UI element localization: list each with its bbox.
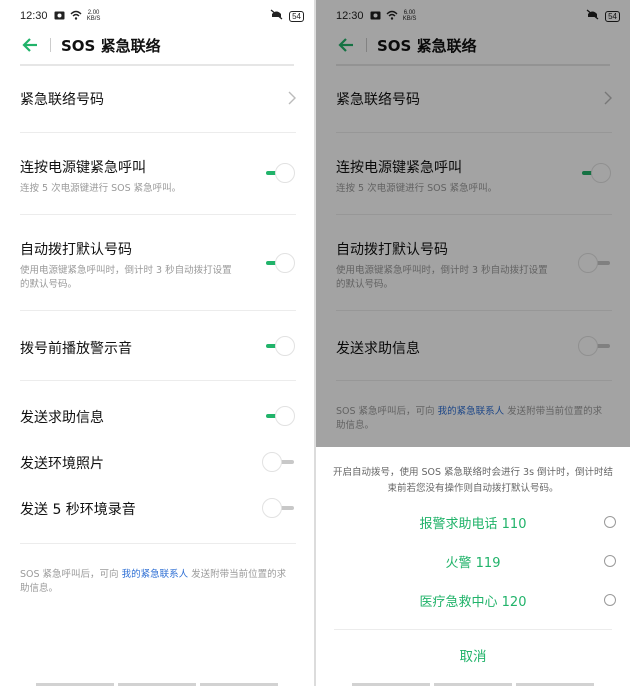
mute-icon: [270, 9, 283, 23]
header-shadow: [20, 64, 294, 66]
divider: [20, 310, 296, 311]
radio-icon: [604, 516, 616, 528]
footer-note: SOS 紧急呼叫后，可向 我的紧急联系人 发送附带当前位置的求助信息。: [20, 569, 287, 594]
header: SOS 紧急联络: [316, 30, 630, 60]
row-label: 发送环境照片: [20, 456, 104, 472]
send-photo-row: 发送环境照片: [20, 453, 296, 473]
row-label: 发送求助信息: [336, 341, 420, 357]
option-label: 医疗急救中心 120: [419, 594, 527, 610]
divider: [336, 132, 612, 133]
divider: [20, 543, 296, 544]
radio-icon: [604, 594, 616, 606]
status-bar: 12:30 6.00 KB/S 54: [316, 0, 630, 32]
screenshot-icon: [370, 10, 381, 23]
warning-tone-toggle[interactable]: [262, 335, 296, 357]
row-label: 连按电源键紧急呼叫: [20, 160, 146, 176]
divider: [20, 380, 296, 381]
option-fire-119[interactable]: 火警 119: [330, 546, 616, 576]
warning-tone-row: 拨号前播放警示音: [20, 338, 296, 358]
header: SOS 紧急联络: [0, 30, 314, 60]
left-screen: 12:30 2.00 KB/S 54 SOS 紧急联络 紧急联络号码 连按电源键紧…: [0, 0, 314, 686]
mute-icon: [586, 9, 599, 23]
header-shadow: [336, 64, 610, 66]
footer-note: SOS 紧急呼叫后，可向 我的紧急联系人 发送附带当前位置的求助信息。: [336, 406, 603, 431]
send-audio-row: 发送 5 秒环境录音: [20, 499, 296, 519]
send-help-row: 发送求助信息: [20, 407, 296, 427]
emergency-contacts-row[interactable]: 紧急联络号码: [336, 89, 612, 109]
auto-dial-row: 自动拨打默认号码 使用电源键紧急呼叫时，倒计时 3 秒自动拨打设置的默认号码。: [336, 239, 612, 292]
divider: [20, 132, 296, 133]
send-help-row: 发送求助信息: [336, 338, 612, 358]
row-label: 拨号前播放警示音: [20, 341, 132, 357]
page-title: SOS 紧急联络: [377, 36, 477, 55]
power-press-toggle[interactable]: [262, 162, 296, 184]
row-description: 连按 5 次电源键进行 SOS 紧急呼叫。: [20, 183, 182, 194]
divider: [334, 629, 612, 630]
auto-dial-toggle[interactable]: [262, 252, 296, 274]
row-description: 使用电源键紧急呼叫时，倒计时 3 秒自动拨打设置的默认号码。: [20, 265, 232, 290]
option-ambulance-120[interactable]: 医疗急救中心 120: [330, 585, 616, 615]
row-description: 使用电源键紧急呼叫时，倒计时 3 秒自动拨打设置的默认号码。: [336, 265, 548, 290]
status-bar: 12:30 2.00 KB/S 54: [0, 0, 314, 32]
cancel-button[interactable]: 取消: [316, 645, 630, 665]
right-screen: 12:30 6.00 KB/S 54 SOS 紧急联络 紧急联络号码 连按电源键紧…: [316, 0, 630, 686]
wifi-icon: [70, 10, 82, 23]
send-audio-toggle[interactable]: [262, 497, 296, 519]
row-label: 发送 5 秒环境录音: [20, 502, 136, 518]
row-label: 自动拨打默认号码: [20, 242, 132, 258]
row-description: 连按 5 次电源键进行 SOS 紧急呼叫。: [336, 183, 498, 194]
divider: [336, 214, 612, 215]
default-number-sheet: 开启自动拨号，使用 SOS 紧急联络时会进行 3s 倒计时，倒计时结束前若您没有…: [316, 447, 630, 686]
arrow-left-icon: [338, 38, 353, 52]
emergency-contacts-link[interactable]: 我的紧急联系人: [122, 569, 189, 580]
send-help-toggle[interactable]: [262, 405, 296, 427]
page-title: SOS 紧急联络: [61, 36, 161, 55]
battery-icon: 54: [605, 10, 620, 22]
screenshot-icon: [54, 10, 65, 23]
status-time: 12:30: [20, 10, 48, 22]
sheet-description: 开启自动拨号，使用 SOS 紧急联络时会进行 3s 倒计时，倒计时结束前若您没有…: [332, 467, 614, 494]
battery-icon: 54: [289, 10, 304, 22]
back-button[interactable]: [18, 33, 42, 57]
row-label: 紧急联络号码: [336, 92, 420, 108]
network-speed: 6.00 KB/S: [402, 10, 417, 22]
emergency-contacts-link[interactable]: 我的紧急联系人: [438, 406, 505, 417]
option-police-110[interactable]: 报警求助电话 110: [330, 507, 616, 537]
status-time: 12:30: [336, 10, 364, 22]
chevron-right-icon: [288, 91, 296, 105]
power-press-row: 连按电源键紧急呼叫 连按 5 次电源键进行 SOS 紧急呼叫。: [336, 157, 612, 196]
send-photo-toggle[interactable]: [262, 451, 296, 473]
row-label: 发送求助信息: [20, 410, 104, 426]
radio-icon: [604, 555, 616, 567]
wifi-icon: [386, 10, 398, 23]
chevron-right-icon: [604, 91, 612, 105]
power-press-row: 连按电源键紧急呼叫 连按 5 次电源键进行 SOS 紧急呼叫。: [20, 157, 296, 196]
option-label: 火警 119: [445, 555, 501, 571]
divider: [336, 380, 612, 381]
power-press-toggle[interactable]: [578, 162, 612, 184]
auto-dial-row: 自动拨打默认号码 使用电源键紧急呼叫时，倒计时 3 秒自动拨打设置的默认号码。: [20, 239, 296, 292]
header-divider: [366, 38, 367, 52]
send-help-toggle[interactable]: [578, 335, 612, 357]
row-label: 连按电源键紧急呼叫: [336, 160, 462, 176]
header-divider: [50, 38, 51, 52]
row-label: 紧急联络号码: [20, 92, 104, 108]
divider: [336, 310, 612, 311]
emergency-contacts-row[interactable]: 紧急联络号码: [20, 89, 296, 109]
divider: [20, 214, 296, 215]
auto-dial-toggle[interactable]: [578, 252, 612, 274]
arrow-left-icon: [22, 38, 37, 52]
back-button[interactable]: [334, 33, 358, 57]
option-label: 报警求助电话 110: [419, 516, 527, 532]
network-speed: 2.00 KB/S: [86, 10, 101, 22]
row-label: 自动拨打默认号码: [336, 242, 448, 258]
